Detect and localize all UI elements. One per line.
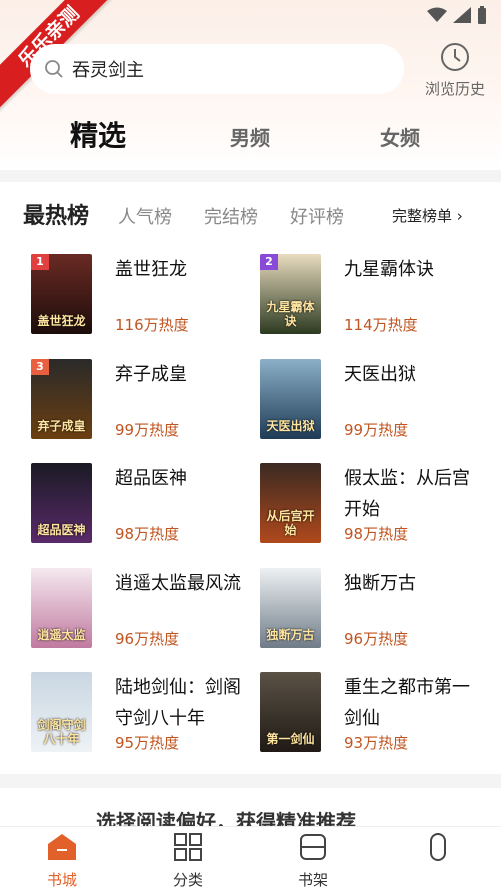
full-ranking-link[interactable]: 完整榜单 ›: [392, 205, 463, 226]
tab-finished-ranking[interactable]: 完结榜: [204, 203, 258, 229]
cover-title: 盖世狂龙: [37, 314, 86, 328]
book-heat: 96万热度: [344, 629, 409, 648]
search-bar[interactable]: 吞灵剑主: [30, 44, 404, 94]
cover-title: 第一剑仙: [266, 732, 315, 746]
channel-tabs: 精选 男频 女频: [0, 112, 501, 156]
book-heat: 98万热度: [115, 525, 180, 543]
book-heat: 116万热度: [115, 316, 189, 334]
nav-label: 分类: [172, 871, 203, 889]
book-heat: 114万热度: [344, 316, 418, 334]
cover-title: 天医出狱: [266, 418, 315, 433]
nav-label: 书架: [297, 871, 328, 889]
book-cover[interactable]: 逍遥太监: [31, 567, 92, 648]
book-cover[interactable]: 独断万古: [260, 567, 321, 648]
book-cover[interactable]: 第一剑仙: [260, 672, 321, 752]
book-heat: 99万热度: [344, 420, 409, 439]
cover-title: 逍遥太监: [37, 627, 86, 642]
nav-bookstore[interactable]: 书城: [22, 833, 102, 890]
book-item[interactable]: 从后宫开始 假太监：从后宫开始 98万热度: [260, 463, 490, 547]
book-title[interactable]: 天医出狱: [344, 359, 484, 390]
book-heat: 96万热度: [115, 629, 180, 648]
book-heat: 95万热度: [115, 734, 180, 752]
book-item[interactable]: 3 弃子成皇 弃子成皇 99万热度: [31, 358, 261, 443]
tab-male[interactable]: 男频: [230, 122, 270, 151]
book-title[interactable]: 盖世狂龙: [115, 254, 255, 285]
home-icon: [48, 834, 76, 860]
rank-badge: 2: [260, 254, 278, 270]
book-title[interactable]: 弃子成皇: [115, 359, 255, 390]
signal-icon: [453, 7, 471, 23]
book-heat: 99万热度: [115, 420, 180, 439]
book-item[interactable]: 剑阁守剑八十年 陆地剑仙：剑阁守剑八十年 95万热度: [31, 672, 261, 756]
book-cover[interactable]: 天医出狱: [260, 358, 321, 439]
book-item[interactable]: 天医出狱 天医出狱 99万热度: [260, 358, 490, 443]
ranking-card: 最热榜 人气榜 完结榜 好评榜 完整榜单 › 1 盖世狂龙 盖世狂龙 116万热度 2 九…: [0, 182, 501, 774]
book-item[interactable]: 独断万古 独断万古 96万热度: [260, 567, 490, 652]
book-cover[interactable]: 从后宫开始: [260, 463, 321, 543]
wifi-icon: [427, 7, 447, 22]
cover-title: 从后宫开始: [266, 509, 315, 537]
cover-title: 超品医神: [37, 523, 86, 537]
cover-title: 九星霸体诀: [266, 300, 315, 328]
grid-icon: [174, 833, 202, 861]
book-cover[interactable]: 剑阁守剑八十年: [31, 672, 92, 752]
book-heat: 98万热度: [344, 525, 409, 543]
book-cover[interactable]: 超品医神: [31, 463, 92, 543]
book-cover[interactable]: 3 弃子成皇: [31, 358, 92, 439]
rank-badge: 3: [31, 358, 49, 375]
ranking-header: 最热榜 人气榜 完结榜 好评榜 完整榜单 ›: [0, 196, 501, 232]
profile-icon: [430, 833, 446, 861]
book-title[interactable]: 九星霸体诀: [344, 254, 484, 285]
nav-profile[interactable]: [398, 833, 478, 869]
search-icon: [45, 60, 63, 78]
preference-banner-text: 选择阅读偏好，获得精准推荐: [96, 810, 356, 828]
clock-icon: [441, 43, 469, 71]
book-title[interactable]: 独断万古: [344, 568, 484, 599]
status-bar: [427, 6, 487, 24]
bottom-navigation: 书城 分类 书架: [0, 826, 501, 892]
tab-popular-ranking[interactable]: 人气榜: [118, 203, 172, 229]
tab-female[interactable]: 女频: [380, 122, 420, 151]
nav-bookshelf[interactable]: 书架: [273, 833, 353, 890]
book-title[interactable]: 逍遥太监最风流: [115, 568, 255, 599]
book-item[interactable]: 1 盖世狂龙 盖世狂龙 116万热度: [31, 254, 261, 338]
book-title[interactable]: 陆地剑仙：剑阁守剑八十年: [115, 672, 255, 734]
history-label: 浏览历史: [424, 80, 485, 98]
rank-badge: 1: [31, 254, 49, 270]
bookshelf-icon: [300, 834, 326, 860]
nav-category[interactable]: 分类: [148, 833, 228, 890]
book-item[interactable]: 2 九星霸体诀 九星霸体诀 114万热度: [260, 254, 490, 338]
book-item[interactable]: 超品医神 超品医神 98万热度: [31, 463, 261, 547]
cover-title: 弃子成皇: [37, 418, 86, 433]
book-cover[interactable]: 2 九星霸体诀: [260, 254, 321, 334]
book-title[interactable]: 假太监：从后宫开始: [344, 463, 484, 525]
book-item[interactable]: 第一剑仙 重生之都市第一剑仙 93万热度: [260, 672, 490, 756]
book-cover[interactable]: 1 盖世狂龙: [31, 254, 92, 334]
cover-title: 剑阁守剑八十年: [37, 718, 86, 746]
book-title[interactable]: 超品医神: [115, 463, 255, 494]
tab-hot-ranking[interactable]: 最热榜: [23, 198, 89, 230]
tab-rating-ranking[interactable]: 好评榜: [290, 203, 344, 229]
nav-label: 书城: [46, 871, 77, 889]
book-title[interactable]: 重生之都市第一剑仙: [344, 672, 484, 734]
cover-title: 独断万古: [266, 627, 315, 642]
tab-selected[interactable]: 精选: [70, 114, 126, 154]
book-heat: 93万热度: [344, 734, 409, 752]
book-item[interactable]: 逍遥太监 逍遥太监最风流 96万热度: [31, 567, 261, 652]
preference-banner[interactable]: 选择阅读偏好，获得精准推荐: [0, 788, 501, 828]
search-input[interactable]: 吞灵剑主: [72, 56, 144, 82]
battery-icon: [478, 6, 486, 24]
history-button[interactable]: 浏览历史: [420, 42, 490, 99]
